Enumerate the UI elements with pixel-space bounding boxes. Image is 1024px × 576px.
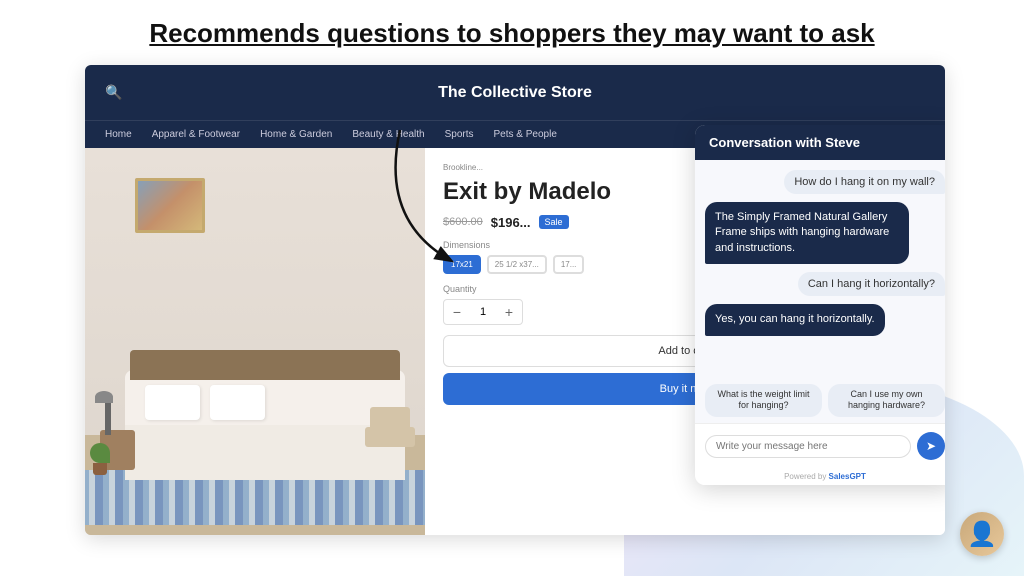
dimension-other[interactable]: 17...: [553, 255, 585, 274]
nav-home[interactable]: Home: [105, 129, 132, 140]
chat-msg-1: How do I hang it on my wall?: [784, 170, 945, 194]
quantity-value: 1: [470, 306, 496, 318]
chat-input-row: ➤: [695, 423, 945, 468]
chat-msg-2: The Simply Framed Natural Gallery Frame …: [705, 202, 909, 264]
chat-messages: How do I hang it on my wall? The Simply …: [695, 160, 945, 378]
chat-input[interactable]: [705, 435, 911, 458]
avatar-bubble[interactable]: 👤: [960, 512, 1004, 556]
plant: [90, 443, 110, 475]
lamp-pole: [105, 400, 111, 435]
suggested-q-weight[interactable]: What is the weight limit for hanging?: [705, 384, 822, 417]
nav-beauty[interactable]: Beauty & Health: [352, 129, 424, 140]
bedroom-bed: [125, 370, 405, 480]
avatar-face: 👤: [967, 520, 997, 549]
bed-pillow-right: [210, 385, 265, 420]
plant-leaves: [90, 443, 110, 463]
store-window: 🔍 The Collective Store Home Apparel & Fo…: [85, 65, 945, 535]
price-old: $600.00: [443, 216, 483, 228]
powered-by-text: Powered by: [784, 472, 828, 481]
nav-home-garden[interactable]: Home & Garden: [260, 129, 332, 140]
chair: [365, 407, 415, 467]
quantity-increase-button[interactable]: +: [496, 300, 522, 324]
sale-badge: Sale: [539, 215, 569, 229]
chair-seat: [365, 427, 415, 447]
dimension-17x21[interactable]: 17x21: [443, 255, 481, 274]
chat-send-button[interactable]: ➤: [917, 432, 945, 460]
product-image-area: [85, 148, 425, 535]
wall-art: [135, 178, 205, 233]
salesgpt-brand: SalesGPT: [829, 472, 866, 481]
search-icon[interactable]: 🔍: [105, 84, 122, 101]
suggested-q-hardware[interactable]: Can I use my own hanging hardware?: [828, 384, 945, 417]
dimension-25x37[interactable]: 25 1/2 x37...: [487, 255, 547, 274]
powered-by-label: Powered by SalesGPT: [695, 468, 945, 485]
page-title: Recommends questions to shoppers they ma…: [149, 18, 874, 49]
nav-sports[interactable]: Sports: [445, 129, 474, 140]
send-icon: ➤: [926, 439, 936, 453]
lamp-shade: [95, 391, 113, 403]
nav-pets[interactable]: Pets & People: [494, 129, 557, 140]
suggested-questions: What is the weight limit for hanging? Ca…: [695, 378, 945, 423]
bed-headboard: [130, 350, 400, 380]
quantity-decrease-button[interactable]: −: [444, 300, 470, 324]
nav-apparel[interactable]: Apparel & Footwear: [152, 129, 240, 140]
quantity-control: − 1 +: [443, 299, 523, 325]
chat-panel: Conversation with Steve How do I hang it…: [695, 125, 945, 485]
store-header: 🔍 The Collective Store: [85, 65, 945, 120]
plant-pot: [93, 463, 107, 475]
wall-art-inner: [138, 181, 202, 230]
chat-msg-3: Can I hang it horizontally?: [798, 272, 945, 296]
bed-blanket: [125, 425, 405, 480]
bedroom-image: [85, 148, 425, 535]
chat-msg-4: Yes, you can hang it horizontally.: [705, 304, 885, 335]
price-new: $196...: [491, 215, 531, 230]
bed-pillow-left: [145, 385, 200, 420]
store-title: The Collective Store: [438, 84, 592, 102]
chat-header: Conversation with Steve: [695, 125, 945, 160]
